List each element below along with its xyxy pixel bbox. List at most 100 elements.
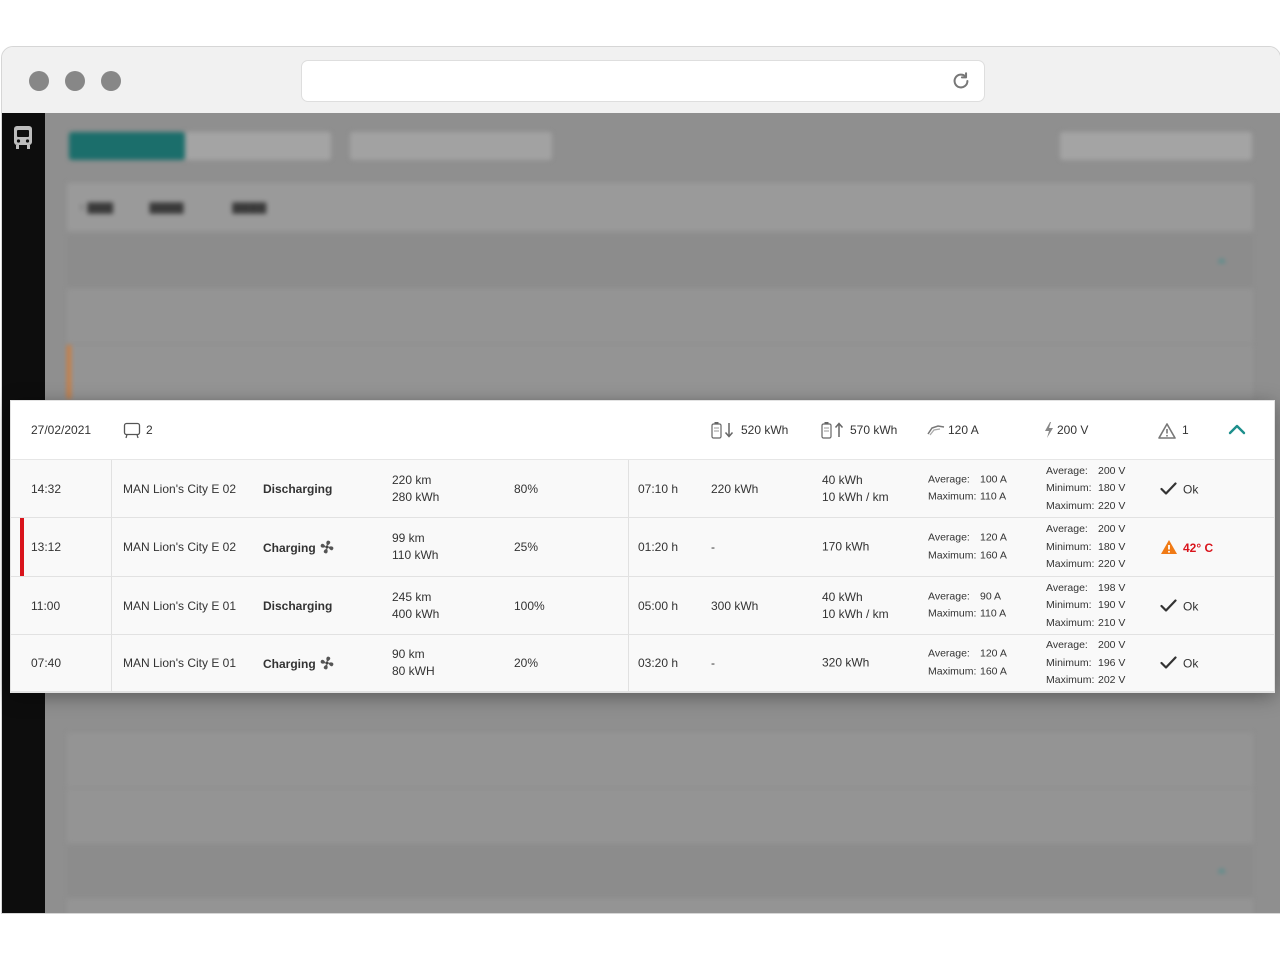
row-vehicle[interactable]: MAN Lion's City E 02 bbox=[123, 482, 236, 496]
group-vehicle-count: 2 bbox=[146, 423, 153, 437]
row-status: Discharging bbox=[263, 598, 333, 613]
row-temperature: Ok bbox=[1160, 598, 1198, 613]
current-average: 90 A bbox=[980, 590, 1002, 602]
current-average-label: Average: bbox=[928, 531, 970, 544]
remaining-kwh: 280 kWh bbox=[392, 489, 440, 504]
blur-header-text: ↑ ▇▇▇ ▇▇▇▇ ▇▇▇▇ bbox=[79, 202, 267, 214]
voltage-minimum-label: Minimum: bbox=[1046, 656, 1092, 669]
table-row[interactable]: 11:00 MAN Lion's City E 01 Discharging 2… bbox=[11, 577, 1274, 635]
battery-charge-icon bbox=[821, 422, 844, 439]
voltage-average-label: Average: bbox=[1046, 638, 1088, 651]
current-maximum-label: Maximum: bbox=[928, 490, 977, 503]
current-average-label: Average: bbox=[928, 647, 970, 660]
voltage-minimum-label: Minimum: bbox=[1046, 540, 1092, 553]
energy-in-per-km: 10 kWh / km bbox=[822, 606, 889, 621]
bus-icon[interactable] bbox=[12, 125, 34, 151]
table-row[interactable]: 13:12 MAN Lion's City E 02 Charging 99 k… bbox=[11, 518, 1274, 577]
current-maximum: 160 A bbox=[980, 549, 1007, 561]
row-time: 07:40 bbox=[31, 656, 62, 670]
check-icon bbox=[1160, 481, 1177, 495]
voltage-minimum: 190 V bbox=[1098, 598, 1126, 611]
row-temperature: Ok bbox=[1160, 481, 1198, 496]
row-duration: 01:20 h bbox=[638, 540, 679, 554]
row-remaining-capacity: 245 km 400 kWh bbox=[392, 589, 439, 623]
row-duration: 05:00 h bbox=[638, 598, 679, 613]
voltage-minimum: 196 V bbox=[1098, 656, 1126, 669]
row-energy-in: 320 kWh bbox=[822, 655, 869, 672]
blur-group-row bbox=[67, 845, 1253, 897]
temperature-status: Ok bbox=[1183, 656, 1199, 671]
row-vehicle[interactable]: MAN Lion's City E 01 bbox=[123, 599, 236, 613]
column-divider bbox=[628, 460, 629, 517]
row-energy-in: 170 kWh bbox=[822, 539, 869, 556]
voltage-maximum: 202 V bbox=[1098, 673, 1126, 686]
current-icon bbox=[927, 425, 945, 436]
column-divider bbox=[111, 460, 112, 517]
column-divider bbox=[628, 577, 629, 634]
date-range-select bbox=[350, 132, 552, 160]
temperature-alert: 42° C bbox=[1183, 541, 1214, 555]
energy-in-total: 320 kWh bbox=[822, 655, 870, 670]
blur-chevron-icon: ⌃ bbox=[1215, 868, 1229, 885]
reload-icon[interactable] bbox=[950, 70, 972, 92]
current-average-label: Average: bbox=[928, 473, 970, 485]
row-temperature: 42° C bbox=[1160, 539, 1213, 555]
current-maximum-label: Maximum: bbox=[928, 549, 977, 561]
row-time: 13:12 bbox=[31, 540, 62, 554]
group-header-row[interactable]: 27/02/2021 2 520 kWh 570 kWh 120 A 200 V… bbox=[11, 401, 1274, 460]
current-average: 120 A bbox=[980, 531, 1007, 544]
current-average: 120 A bbox=[980, 647, 1007, 660]
column-divider bbox=[111, 577, 112, 634]
table-row[interactable]: 07:40 MAN Lion's City E 01 Charging 90 k… bbox=[11, 635, 1274, 692]
close-window-button[interactable] bbox=[29, 71, 49, 91]
fan-icon bbox=[320, 540, 334, 554]
maximize-window-button[interactable] bbox=[101, 71, 121, 91]
row-status: Discharging bbox=[263, 481, 333, 496]
minimize-window-button[interactable] bbox=[65, 71, 85, 91]
row-vehicle[interactable]: MAN Lion's City E 01 bbox=[123, 656, 236, 670]
address-bar[interactable] bbox=[301, 60, 985, 102]
row-voltage: Average: 198 V Minimum: 190 V Maximum: 210 … bbox=[1046, 579, 1125, 632]
current-maximum: 110 A bbox=[980, 490, 1007, 503]
row-remaining-capacity: 220 km 280 kWh bbox=[392, 472, 439, 506]
row-current: Average: 90 A Maximum: 110 A bbox=[928, 588, 1006, 623]
blur-chevron-icon: ⌃ bbox=[1215, 258, 1229, 275]
voltage-average: 200 V bbox=[1098, 522, 1126, 535]
row-energy-in: 40 kWh 10 kWh / km bbox=[822, 589, 889, 623]
row-voltage: Average: 200 V Minimum: 196 V Maximum: 202 … bbox=[1046, 637, 1125, 690]
chevron-up-icon[interactable] bbox=[1228, 423, 1246, 435]
current-maximum: 110 A bbox=[980, 607, 1007, 620]
blur-row bbox=[67, 733, 1253, 787]
tab-consumption-history bbox=[185, 132, 331, 160]
tab-battery-history bbox=[69, 132, 185, 160]
voltage-average-label: Average: bbox=[1046, 581, 1088, 594]
group-voltage: 200 V bbox=[1057, 423, 1089, 437]
warning-icon bbox=[1161, 540, 1177, 554]
row-state-of-charge: 25% bbox=[514, 540, 539, 554]
row-vehicle[interactable]: MAN Lion's City E 02 bbox=[123, 540, 236, 554]
group-date: 27/02/2021 bbox=[31, 423, 92, 437]
remaining-km: 220 km bbox=[392, 472, 432, 487]
energy-in-per-km: 10 kWh / km bbox=[822, 489, 889, 504]
blur-group-row bbox=[67, 235, 1253, 287]
row-remaining-capacity: 99 km 110 kWh bbox=[392, 530, 438, 564]
energy-in-total: 40 kWh bbox=[822, 589, 863, 604]
voltage-minimum: 180 V bbox=[1098, 540, 1126, 553]
group-warning-count: 1 bbox=[1182, 423, 1189, 437]
row-state-of-charge: 20% bbox=[514, 656, 539, 670]
remaining-kwh: 80 kWH bbox=[392, 664, 435, 678]
group-current: 120 A bbox=[948, 423, 979, 437]
temperature-status: Ok bbox=[1183, 482, 1199, 496]
blur-row bbox=[67, 289, 1253, 343]
row-energy-out: - bbox=[711, 540, 715, 554]
table-row[interactable]: 14:32 MAN Lion's City E 02 Discharging 2… bbox=[11, 460, 1274, 518]
row-state-of-charge: 100% bbox=[514, 598, 545, 613]
blur-row bbox=[67, 789, 1253, 843]
current-maximum: 160 A bbox=[980, 665, 1007, 677]
row-time: 14:32 bbox=[31, 481, 62, 496]
check-icon bbox=[1160, 598, 1177, 612]
row-time: 11:00 bbox=[31, 598, 61, 613]
fan-icon bbox=[320, 656, 334, 670]
row-current: Average: 120 A Maximum: 160 A bbox=[928, 530, 1007, 565]
row-duration: 03:20 h bbox=[638, 656, 679, 670]
